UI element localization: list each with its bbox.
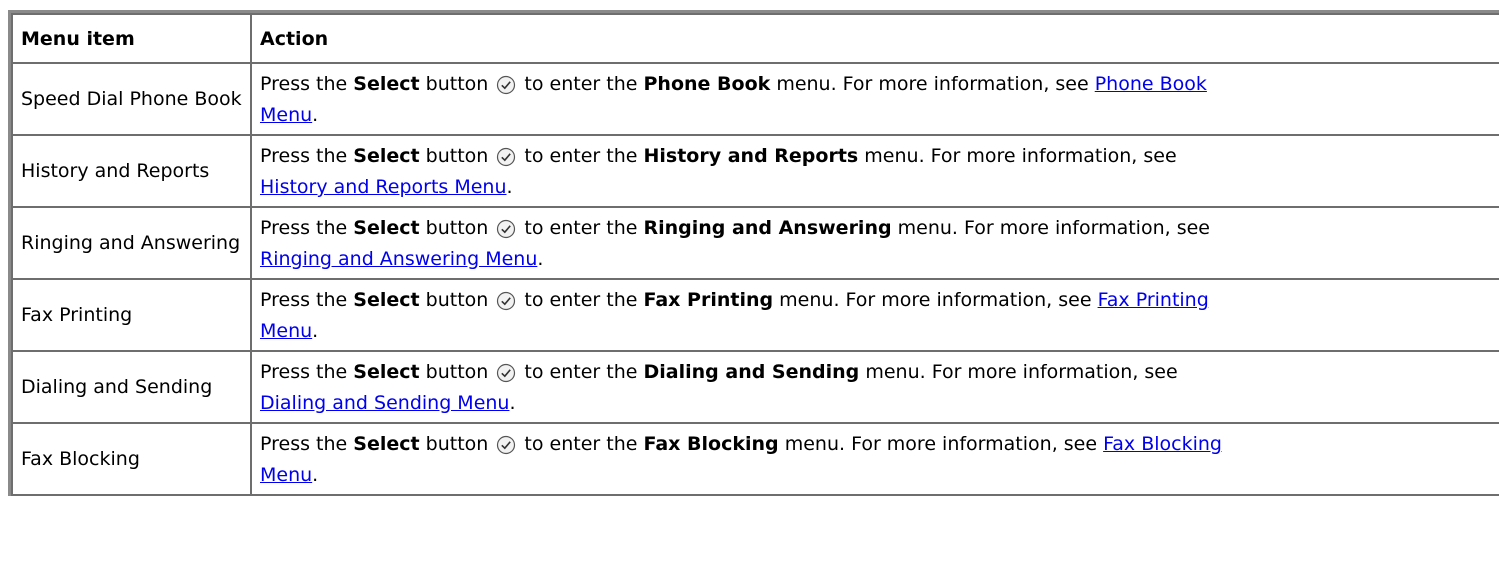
select-button-icon <box>497 219 516 239</box>
ringing-and-answering-menu-link[interactable]: Ringing and Answering Menu <box>260 248 537 270</box>
menu-item-cell: Fax Blocking <box>11 422 252 496</box>
column-header-action: Action <box>250 13 1499 64</box>
table-row: Fax Blocking Press the Select button to … <box>11 422 1499 496</box>
column-header-menu-item: Menu item <box>11 13 252 64</box>
menu-item-cell: Ringing and Answering <box>11 206 252 280</box>
action-cell: Press the Select button to enter the Fax… <box>250 278 1499 352</box>
select-button-icon <box>497 435 516 455</box>
table-row: History and Reports Press the Select but… <box>11 134 1499 208</box>
page: Menu item Action Speed Dial Phone Book P… <box>0 0 1499 570</box>
select-button-icon <box>497 363 516 383</box>
action-cell: Press the Select button to enter the His… <box>250 134 1499 208</box>
menu-item-cell: History and Reports <box>11 134 252 208</box>
menu-table: Menu item Action Speed Dial Phone Book P… <box>11 13 1499 496</box>
action-cell: Press the Select button to enter the Pho… <box>250 62 1499 136</box>
menu-item-cell: Speed Dial Phone Book <box>11 62 252 136</box>
action-cell: Press the Select button to enter the Fax… <box>250 422 1499 496</box>
select-button-icon <box>497 75 516 95</box>
table-row: Fax Printing Press the Select button to … <box>11 278 1499 352</box>
select-button-icon <box>497 291 516 311</box>
menu-table-frame: Menu item Action Speed Dial Phone Book P… <box>8 10 1499 496</box>
menu-item-cell: Dialing and Sending <box>11 350 252 424</box>
select-button-icon <box>497 147 516 167</box>
table-header-row: Menu item Action <box>11 13 1499 64</box>
action-cell: Press the Select button to enter the Dia… <box>250 350 1499 424</box>
history-and-reports-menu-link[interactable]: History and Reports Menu <box>260 176 507 198</box>
dialing-and-sending-menu-link[interactable]: Dialing and Sending Menu <box>260 392 509 414</box>
action-cell: Press the Select button to enter the Rin… <box>250 206 1499 280</box>
table-row: Speed Dial Phone Book Press the Select b… <box>11 62 1499 136</box>
menu-item-cell: Fax Printing <box>11 278 252 352</box>
table-row: Dialing and Sending Press the Select but… <box>11 350 1499 424</box>
table-row: Ringing and Answering Press the Select b… <box>11 206 1499 280</box>
